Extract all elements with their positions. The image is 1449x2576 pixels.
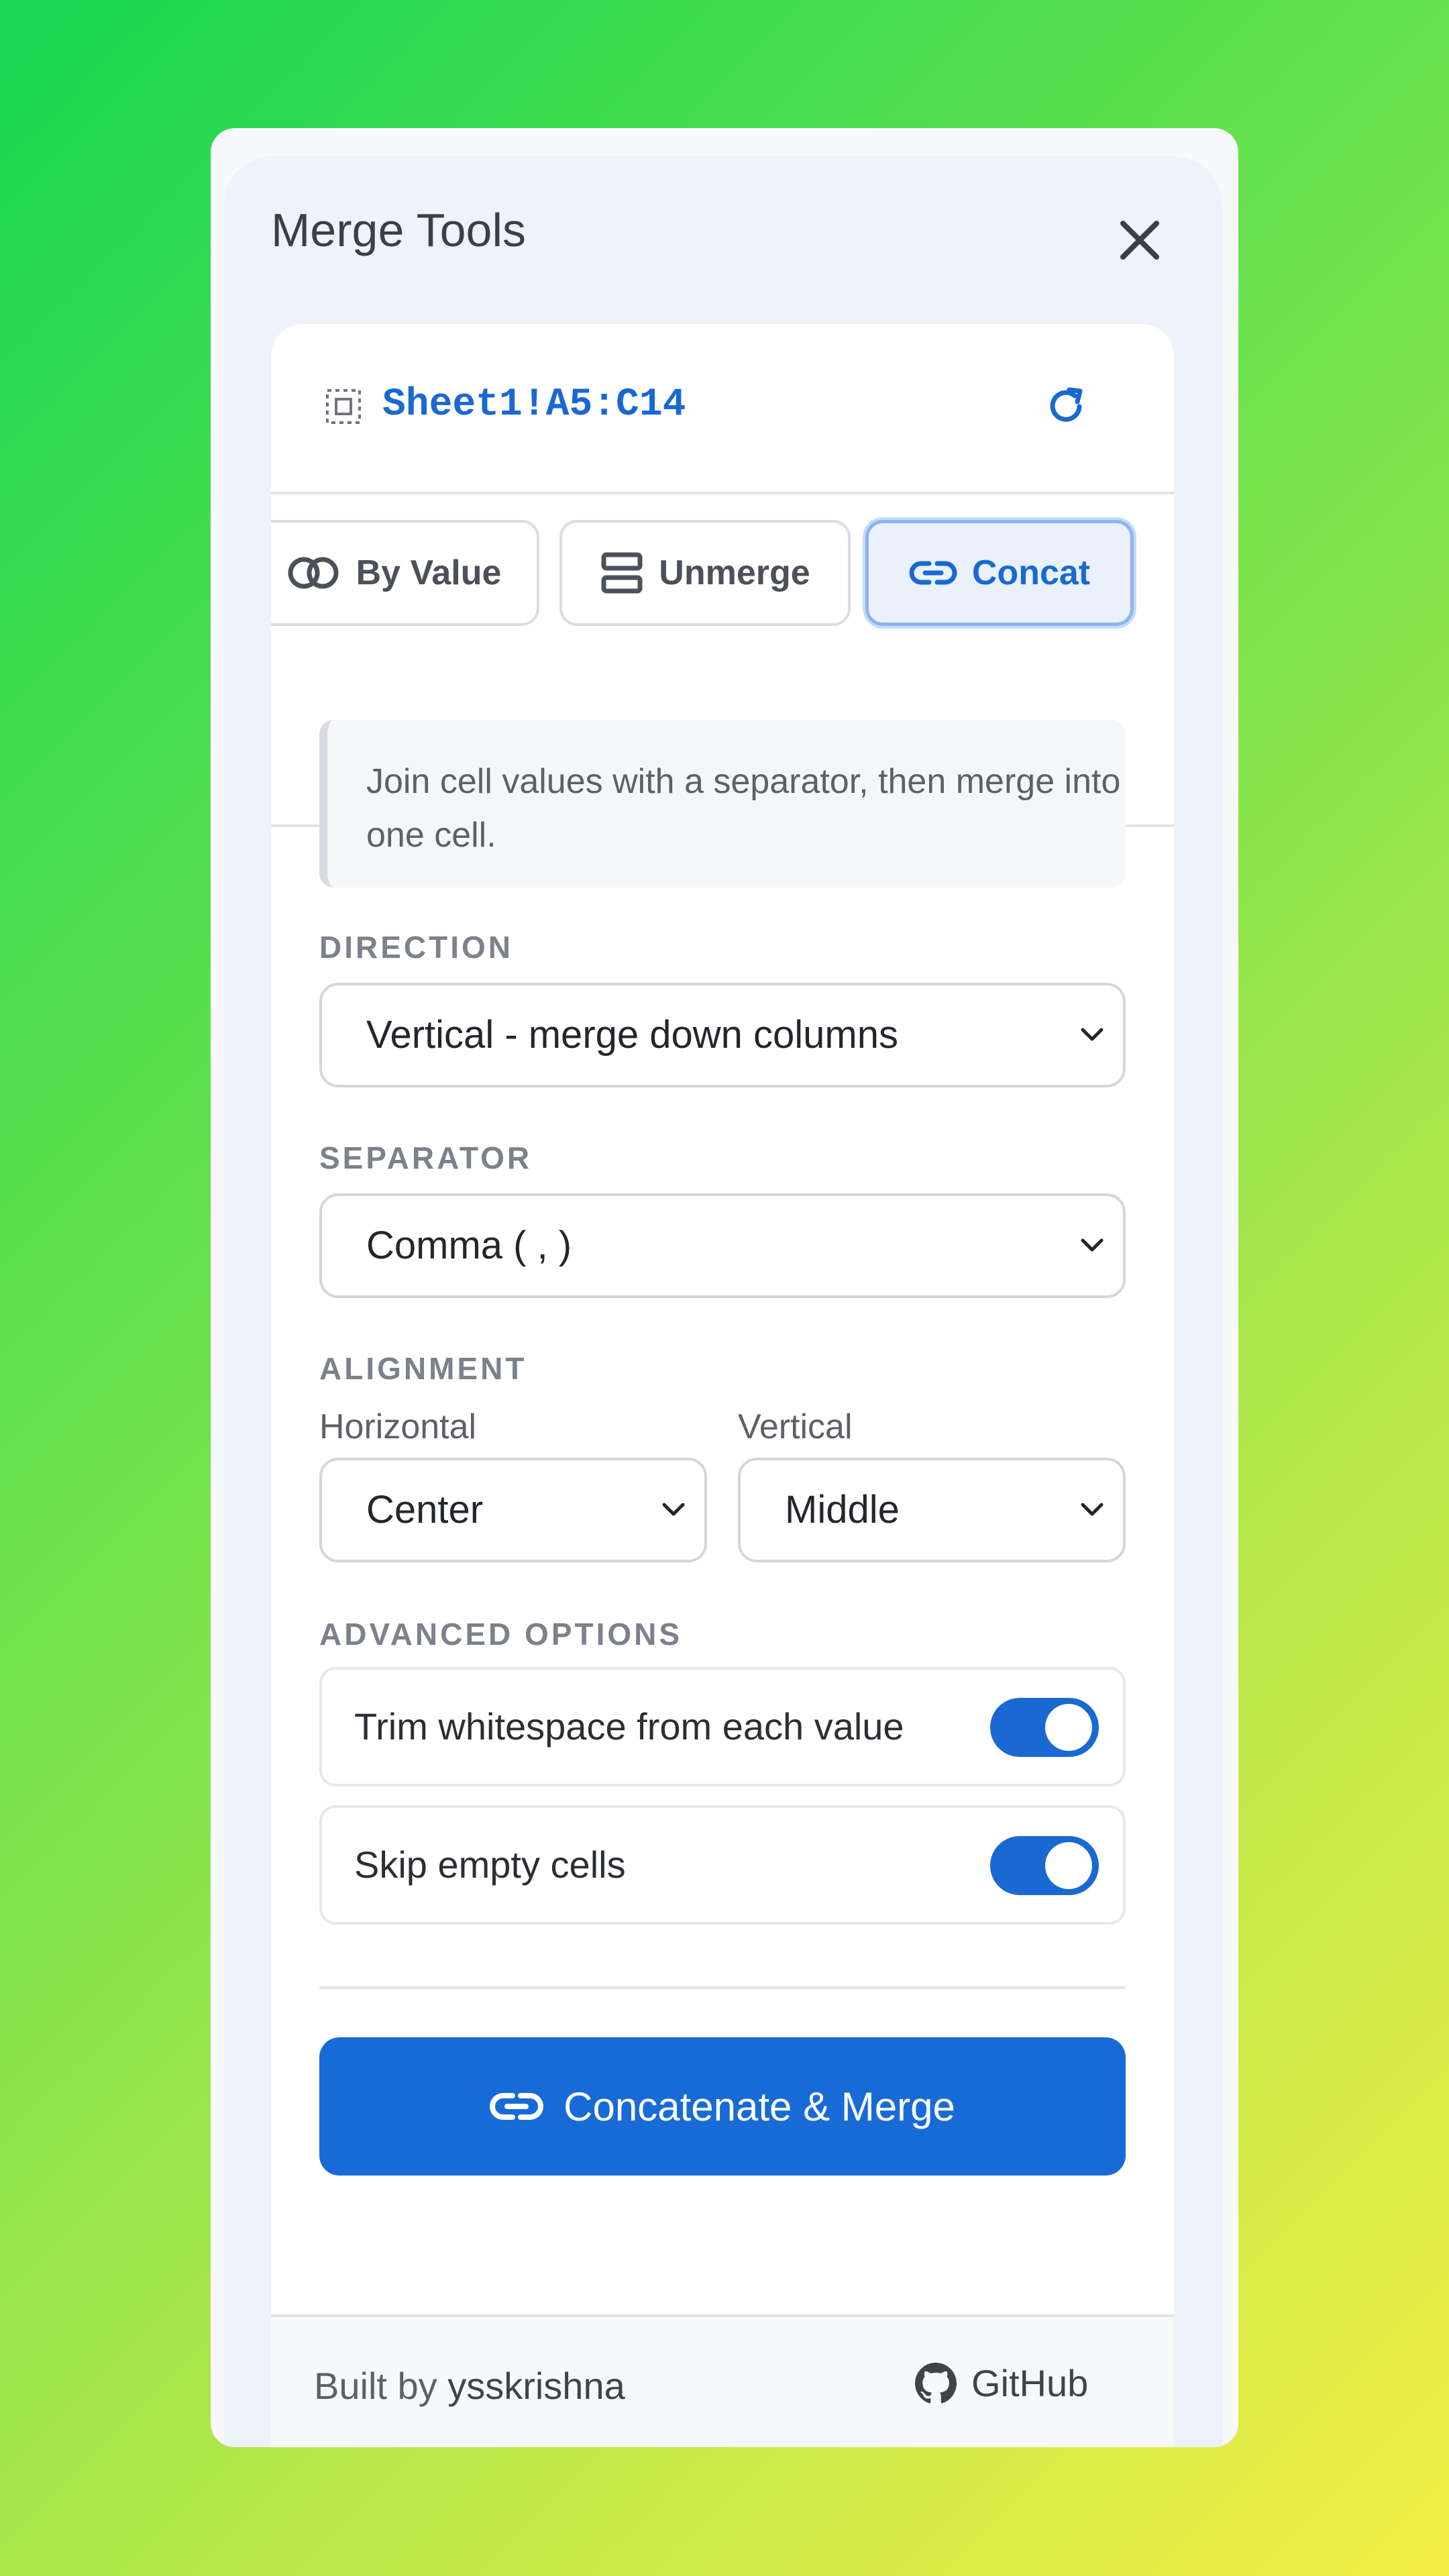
- link-icon: [490, 2093, 544, 2120]
- mode-tabs: By Value Unmerge Concat: [271, 494, 1174, 669]
- link-icon: [909, 561, 957, 585]
- tab-by-value[interactable]: By Value: [271, 520, 539, 626]
- footer: Built by ysskrishna GitHub: [271, 2317, 1174, 2447]
- vertical-value: Middle: [785, 1488, 900, 1532]
- advanced-options-label: ADVANCED OPTIONS: [319, 1617, 683, 1652]
- mode-description: Join cell values with a separator, then …: [319, 720, 1126, 888]
- built-prefix: Built by: [314, 2365, 437, 2407]
- skip-empty-toggle[interactable]: [990, 1836, 1099, 1895]
- built-by-text: Built by ysskrishna: [314, 2364, 625, 2408]
- github-icon: [915, 2362, 957, 2403]
- refresh-icon[interactable]: [1042, 383, 1089, 430]
- close-icon[interactable]: [1110, 210, 1170, 270]
- merge-tools-window: Merge Tools Sheet1!A5:C14 By Value Unmer…: [211, 128, 1238, 2447]
- horizontal-value: Center: [366, 1488, 484, 1532]
- range-row: Sheet1!A5:C14: [271, 324, 1174, 492]
- selection-icon: [325, 388, 362, 425]
- direction-label: DIRECTION: [319, 930, 513, 965]
- separator-select[interactable]: Comma ( , ): [319, 1193, 1126, 1298]
- range-address: Sheet1!A5:C14: [382, 383, 686, 427]
- concatenate-merge-button[interactable]: Concatenate & Merge: [319, 2037, 1126, 2176]
- primary-button-label: Concatenate & Merge: [564, 2084, 955, 2129]
- tool-card: Sheet1!A5:C14 By Value Unmerge Concat Jo…: [271, 324, 1174, 2447]
- separator-value: Comma ( , ): [366, 1224, 572, 1267]
- chevron-down-icon: [1081, 1503, 1104, 1516]
- tab-label: Concat: [971, 553, 1091, 592]
- tab-label: Unmerge: [659, 553, 810, 592]
- chevron-down-icon: [662, 1503, 685, 1516]
- option-skip-empty: Skip empty cells: [319, 1805, 1126, 1925]
- direction-select[interactable]: Vertical - merge down columns: [319, 983, 1126, 1087]
- direction-value: Vertical - merge down columns: [366, 1013, 898, 1057]
- separator-label: SEPARATOR: [319, 1140, 533, 1175]
- divider: [319, 1986, 1126, 1989]
- toggle-knob: [1045, 1842, 1092, 1889]
- option-label: Trim whitespace from each value: [354, 1705, 904, 1748]
- vertical-label: Vertical: [738, 1407, 853, 1446]
- alignment-label: ALIGNMENT: [319, 1351, 527, 1386]
- tab-unmerge[interactable]: Unmerge: [559, 520, 851, 626]
- tab-concat[interactable]: Concat: [865, 520, 1134, 626]
- vertical-align-select[interactable]: Middle: [738, 1458, 1126, 1562]
- sidebar-panel: Merge Tools Sheet1!A5:C14 By Value Unmer…: [224, 156, 1222, 2447]
- github-link[interactable]: GitHub: [915, 2361, 1088, 2405]
- option-label: Skip empty cells: [354, 1843, 626, 1886]
- github-label: GitHub: [971, 2362, 1089, 2404]
- split-rows-icon: [601, 552, 643, 594]
- option-trim-whitespace: Trim whitespace from each value: [319, 1667, 1126, 1786]
- toggle-knob: [1045, 1704, 1092, 1751]
- chevron-down-icon: [1081, 1028, 1104, 1041]
- horizontal-label: Horizontal: [319, 1407, 477, 1446]
- trim-whitespace-toggle[interactable]: [990, 1698, 1099, 1757]
- author-link[interactable]: ysskrishna: [447, 2365, 625, 2407]
- merge-circles-icon: [288, 557, 339, 589]
- horizontal-align-select[interactable]: Center: [319, 1458, 707, 1562]
- chevron-down-icon: [1081, 1238, 1104, 1252]
- panel-title: Merge Tools: [271, 204, 527, 256]
- tab-label: By Value: [356, 553, 502, 592]
